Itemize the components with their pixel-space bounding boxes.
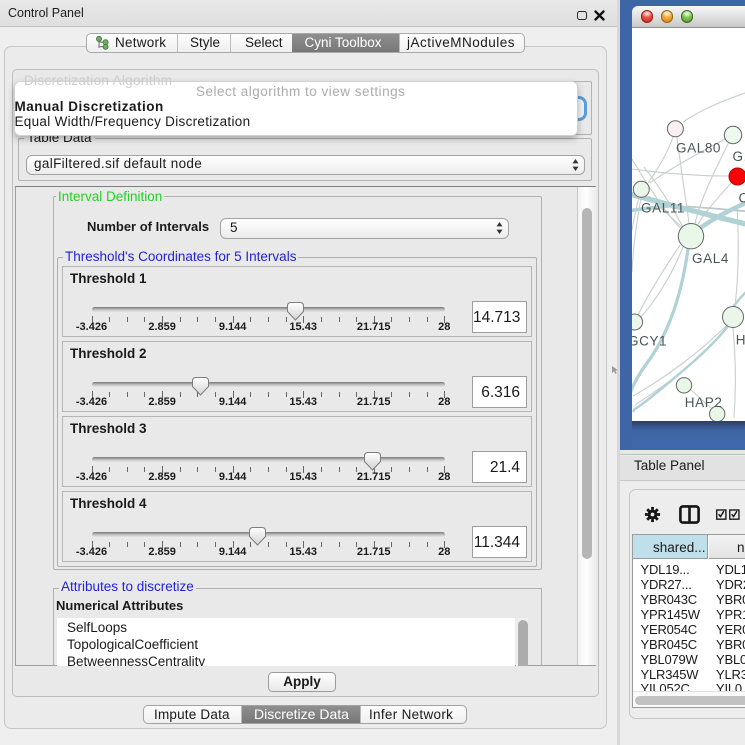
svg-text:H: H: [736, 333, 745, 348]
svg-text:GCY1: GCY1: [632, 334, 667, 349]
svg-text:GAL4: GAL4: [692, 251, 729, 266]
svg-text:GAL11: GAL11: [641, 200, 685, 215]
svg-text:C: C: [739, 191, 745, 206]
svg-text:HAP2: HAP2: [685, 395, 723, 410]
svg-text:G.: G.: [733, 149, 745, 164]
svg-text:GAL80: GAL80: [676, 140, 721, 155]
